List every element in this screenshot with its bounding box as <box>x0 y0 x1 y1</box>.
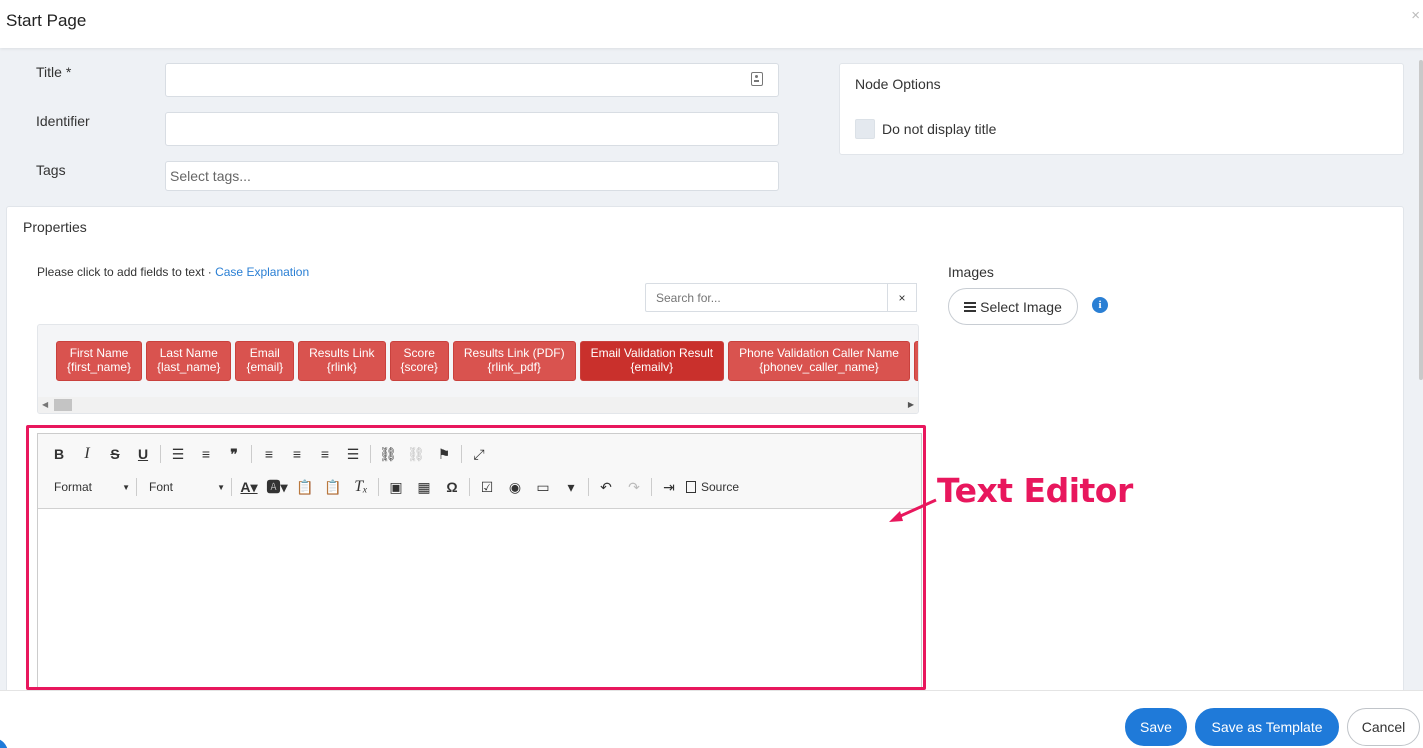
field-chip-results-link-pdf[interactable]: Results Link (PDF) {rlink_pdf} <box>452 341 576 381</box>
contact-card-icon[interactable] <box>751 72 763 86</box>
text-editor-annotation: Text Editor <box>937 471 1133 510</box>
chip-token: {rlink_pdf} <box>487 360 541 374</box>
search-clear-button[interactable]: × <box>887 283 917 312</box>
case-explanation-link[interactable]: Case Explanation <box>215 265 309 279</box>
fields-search-input[interactable] <box>645 283 888 312</box>
page-title: Start Page <box>6 11 87 30</box>
chip-label: Email <box>249 346 280 360</box>
tags-label: Tags <box>36 162 66 178</box>
chip-label: Phone Validation Caller Name <box>739 346 899 360</box>
chip-token: {last_name} <box>157 360 221 374</box>
chip-label: Email Validation Result <box>590 346 714 360</box>
chip-label: First Name <box>69 346 129 360</box>
fields-chip-list: First Name {first_name} Last Name {last_nam… <box>37 324 919 414</box>
scrollbar-thumb[interactable] <box>54 399 72 411</box>
chip-label: Results Link (PDF) <box>463 346 565 360</box>
chip-token: {rlink} <box>326 360 357 374</box>
properties-title: Properties <box>23 219 87 235</box>
node-options-panel: Node Options Do not display title <box>839 63 1404 155</box>
identifier-label: Identifier <box>36 113 90 129</box>
modal-footer: Save Save as Template Cancel <box>0 690 1423 748</box>
field-chip-email-validation[interactable]: Email Validation Result {emailv} <box>579 341 725 381</box>
properties-panel: Properties Please click to add fields to… <box>6 206 1404 706</box>
select-image-button[interactable]: Select Image <box>948 288 1078 325</box>
chip-token: {score} <box>400 360 438 374</box>
field-chip-first-name[interactable]: First Name {first_name} <box>56 341 143 381</box>
field-chip-last-name[interactable]: Last Name {last_name} <box>146 341 232 381</box>
fields-hint-text: Please click to add fields to text · <box>37 265 216 279</box>
title-label: Title * <box>36 64 72 80</box>
field-chip-partial[interactable] <box>913 341 918 381</box>
node-options-title: Node Options <box>855 76 941 92</box>
annotation-arrow-icon <box>889 498 937 522</box>
chip-token: {email} <box>246 360 284 374</box>
field-chip-results-link[interactable]: Results Link {rlink} <box>298 341 386 381</box>
chips-horizontal-scrollbar[interactable]: ◀ ▶ <box>38 397 918 413</box>
chip-token: {phonev_caller_name} <box>759 360 879 374</box>
field-chip-phone-validation-caller[interactable]: Phone Validation Caller Name {phonev_call… <box>728 341 910 381</box>
field-chip-email[interactable]: Email {email} <box>235 341 295 381</box>
save-as-template-button[interactable]: Save as Template <box>1195 708 1339 746</box>
chip-strip: First Name {first_name} Last Name {last_nam… <box>56 341 918 381</box>
scroll-right-icon[interactable]: ▶ <box>908 400 914 409</box>
select-image-label: Select Image <box>980 298 1062 315</box>
info-icon[interactable]: i <box>1092 297 1108 313</box>
list-icon <box>964 301 977 312</box>
scroll-left-icon[interactable]: ◀ <box>42 400 48 409</box>
vertical-scrollbar[interactable] <box>1419 60 1423 380</box>
images-label: Images <box>948 264 994 280</box>
modal-header: Start Page × <box>0 0 1423 48</box>
title-input[interactable] <box>165 63 779 97</box>
editor-highlight-frame <box>26 425 926 690</box>
close-icon[interactable]: × <box>1411 7 1420 24</box>
cancel-button[interactable]: Cancel <box>1347 708 1420 746</box>
save-button[interactable]: Save <box>1125 708 1187 746</box>
do-not-display-title-label[interactable]: Do not display title <box>882 121 996 137</box>
chip-token: {first_name} <box>67 360 132 374</box>
chip-label: Results Link <box>309 346 375 360</box>
identifier-input[interactable] <box>165 112 779 146</box>
fields-hint: Please click to add fields to text · Cas… <box>37 265 309 279</box>
tags-input[interactable] <box>165 161 779 191</box>
chip-label: Last Name <box>159 346 218 360</box>
chip-label: Score <box>403 346 435 360</box>
field-chip-score[interactable]: Score {score} <box>389 341 449 381</box>
do-not-display-title-checkbox[interactable] <box>855 119 875 139</box>
chip-token: {emailv} <box>630 360 674 374</box>
